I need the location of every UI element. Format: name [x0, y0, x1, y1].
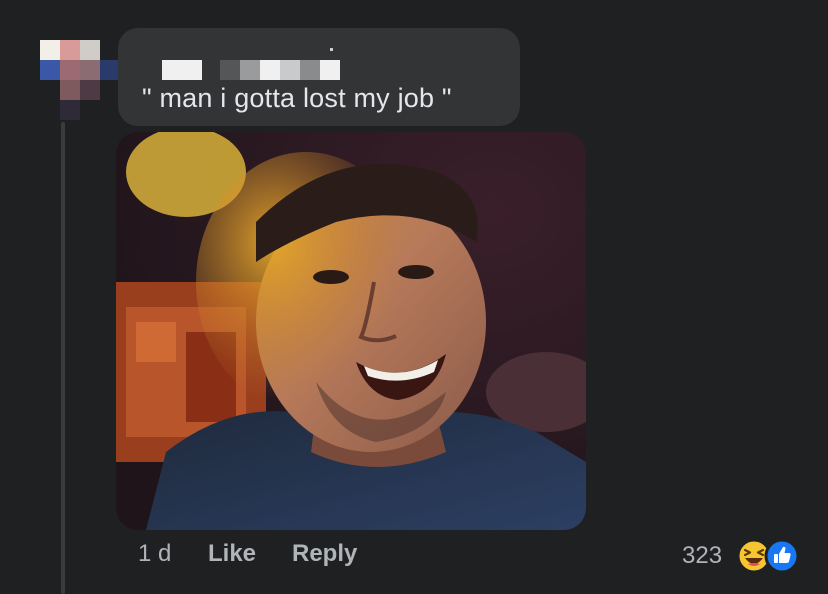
reply-button[interactable]: Reply: [292, 540, 357, 568]
comment-screen: " man i gotta lost my job " 1 d Like Rep…: [0, 0, 828, 594]
like-icon: [764, 538, 800, 574]
comment-photo[interactable]: [116, 132, 586, 530]
comment-text: " man i gotta lost my job ": [142, 83, 452, 113]
reactions-summary[interactable]: 323: [680, 538, 810, 574]
author-name-redacted[interactable]: [162, 48, 340, 80]
timestamp[interactable]: 1 d: [138, 540, 171, 568]
thread-line: [61, 122, 65, 594]
comment-bubble: " man i gotta lost my job ": [118, 28, 520, 126]
reaction-count: 323: [682, 542, 723, 569]
avatar[interactable]: [40, 40, 120, 120]
like-button[interactable]: Like: [208, 540, 256, 568]
